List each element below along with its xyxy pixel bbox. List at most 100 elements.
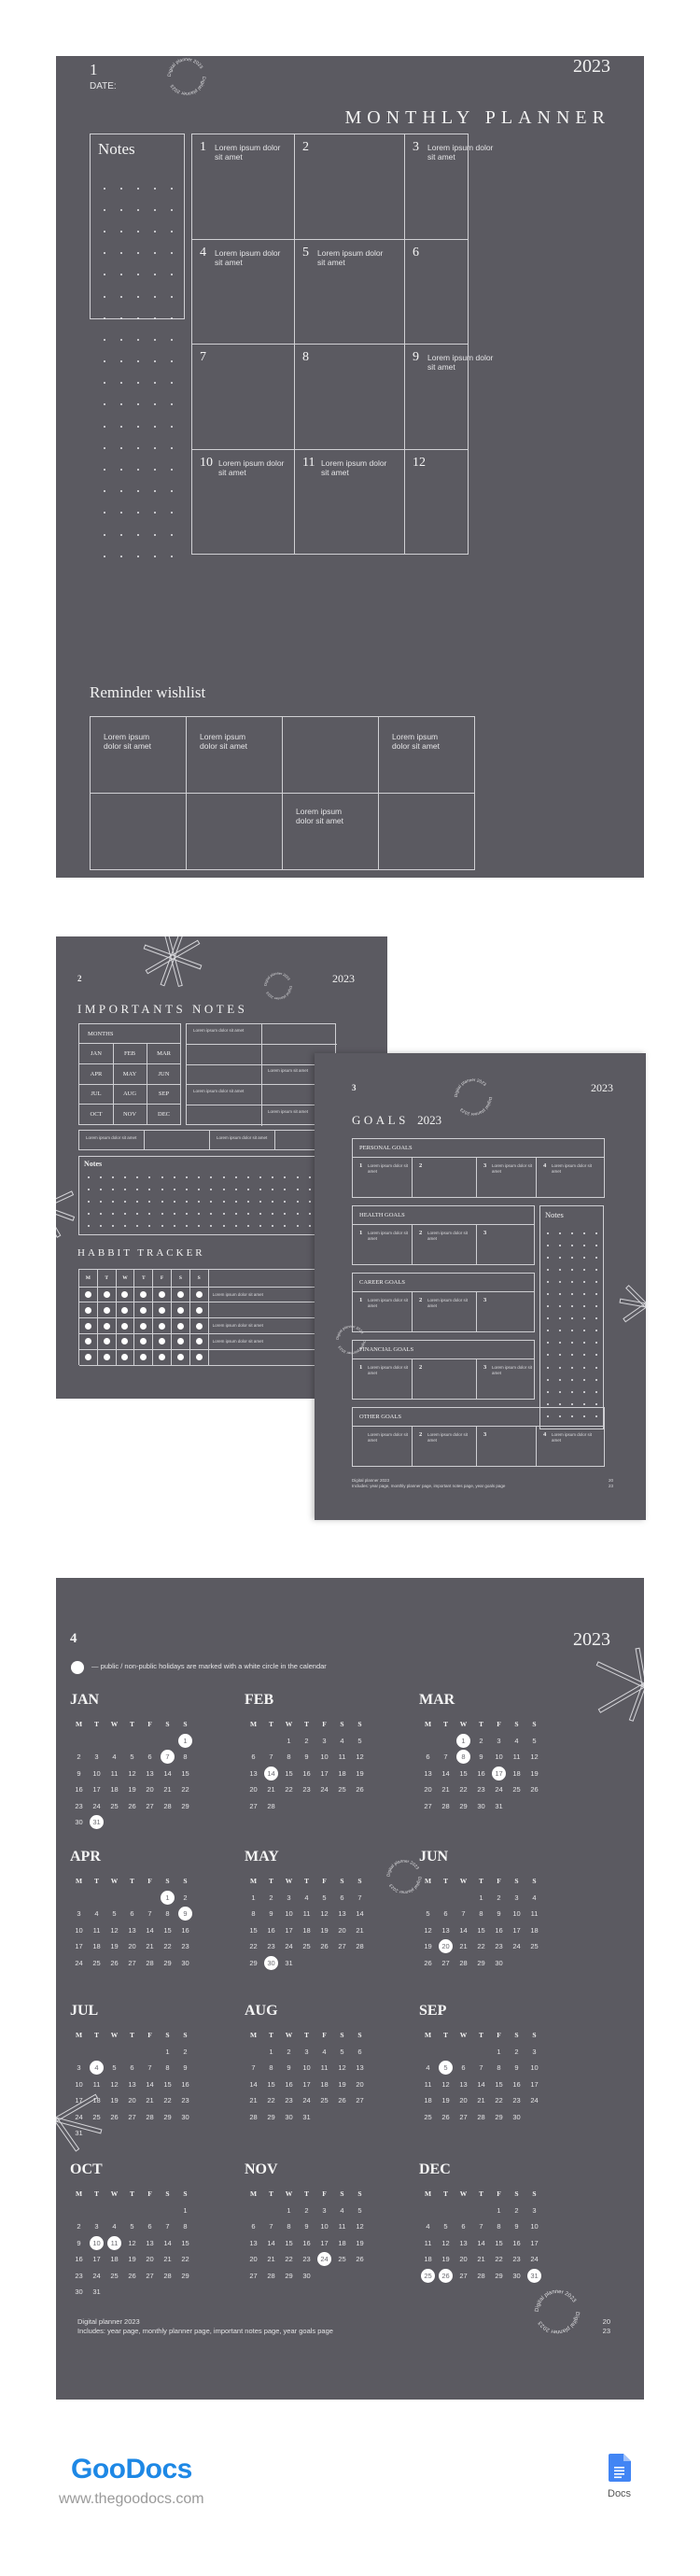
habit-check-cell[interactable] [97, 1302, 117, 1319]
holiday-day[interactable]: 9 [178, 1907, 192, 1921]
month-cell[interactable]: JUL [79, 1084, 114, 1105]
calendar-day[interactable]: 26 [421, 1956, 435, 1970]
calendar-day[interactable]: 1 [264, 2045, 278, 2059]
calendar-day[interactable]: 28 [143, 1956, 157, 1970]
calendar-day[interactable]: 7 [456, 1907, 470, 1921]
month-cell[interactable]: 8 [294, 344, 405, 450]
month-cell[interactable]: 5 Lorem ipsum dolor sit amet [294, 238, 405, 345]
calendar-day[interactable]: 4 [421, 2219, 435, 2233]
calendar-day[interactable]: 3 [90, 2219, 104, 2233]
calendar-day[interactable]: 24 [90, 2269, 104, 2283]
goal-cell[interactable]: 4 Lorem ipsum dolor sit amet [537, 1158, 604, 1197]
calendar-day[interactable]: 8 [178, 1750, 192, 1764]
calendar-day[interactable]: 1 [161, 2045, 175, 2059]
calendar-day[interactable]: 16 [510, 2236, 524, 2250]
calendar-day[interactable]: 25 [527, 1939, 541, 1953]
calendar-day[interactable]: 26 [335, 2093, 349, 2107]
month-cell[interactable]: MAY [113, 1063, 147, 1085]
calendar-day[interactable]: 6 [421, 1750, 435, 1764]
note-cell[interactable]: Lorem ipsum dolor sit amet [187, 1024, 262, 1045]
calendar-day[interactable]: 30 [282, 2110, 296, 2124]
calendar-day[interactable]: 10 [282, 1907, 296, 1921]
calendar-day[interactable]: 21 [161, 1782, 175, 1796]
calendar-day[interactable]: 31 [90, 2285, 104, 2299]
calendar-day[interactable]: 12 [335, 2061, 349, 2075]
calendar-day[interactable]: 27 [246, 1799, 260, 1813]
habit-check-cell[interactable] [97, 1318, 117, 1334]
month-cell[interactable]: APR [79, 1063, 114, 1085]
docs-badge[interactable]: Docs [608, 2454, 631, 2499]
calendar-day[interactable]: 20 [353, 2077, 367, 2091]
calendar-day[interactable]: 2 [264, 1891, 278, 1905]
calendar-day[interactable]: 27 [335, 1939, 349, 1953]
holiday-day[interactable]: 26 [439, 2268, 453, 2283]
calendar-day[interactable]: 17 [90, 1782, 104, 1796]
habit-check-cell[interactable] [134, 1318, 154, 1334]
calendar-day[interactable]: 30 [510, 2110, 524, 2124]
calendar-day[interactable]: 10 [527, 2061, 541, 2075]
calendar-day[interactable]: 26 [107, 1956, 121, 1970]
reminder-cell[interactable]: Lorem ipsum dolor sit amet [90, 716, 187, 794]
calendar-day[interactable]: 16 [300, 2236, 314, 2250]
calendar-day[interactable]: 7 [439, 1750, 453, 1764]
calendar-day[interactable]: 22 [161, 1939, 175, 1953]
calendar-day[interactable]: 25 [317, 2093, 331, 2107]
goal-cell[interactable]: 1 Lorem ipsum dolor sit amet [353, 1359, 413, 1399]
calendar-day[interactable]: 25 [510, 1782, 524, 1796]
calendar-day[interactable]: 23 [72, 2269, 86, 2283]
calendar-day[interactable]: 21 [474, 2252, 488, 2266]
habit-check-cell[interactable] [134, 1333, 154, 1350]
calendar-day[interactable]: 26 [527, 1782, 541, 1796]
calendar-day[interactable]: 17 [72, 2093, 86, 2107]
calendar-day[interactable]: 5 [421, 1907, 435, 1921]
calendar-day[interactable]: 30 [72, 2285, 86, 2299]
calendar-day[interactable]: 5 [107, 2061, 121, 2075]
habit-check-cell[interactable] [189, 1333, 209, 1350]
note-cell[interactable] [261, 1024, 337, 1045]
calendar-day[interactable]: 20 [335, 1923, 349, 1937]
calendar-day[interactable]: 24 [317, 1782, 331, 1796]
calendar-day[interactable]: 21 [161, 2252, 175, 2266]
calendar-day[interactable]: 27 [456, 2269, 470, 2283]
calendar-day[interactable]: 21 [353, 1923, 367, 1937]
calendar-day[interactable]: 28 [474, 2269, 488, 2283]
calendar-day[interactable]: 27 [353, 2093, 367, 2107]
calendar-day[interactable]: 13 [143, 2236, 157, 2250]
calendar-day[interactable]: 10 [492, 1750, 506, 1764]
calendar-day[interactable]: 29 [456, 1799, 470, 1813]
calendar-day[interactable]: 20 [125, 2093, 139, 2107]
goal-cell[interactable]: 3 [477, 1225, 534, 1264]
calendar-day[interactable]: 12 [421, 1923, 435, 1937]
holiday-day[interactable]: 11 [107, 2235, 121, 2250]
calendar-day[interactable]: 6 [456, 2061, 470, 2075]
calendar-day[interactable]: 30 [474, 1799, 488, 1813]
month-cell[interactable]: JAN [79, 1044, 114, 1064]
month-cell[interactable]: 11 Lorem ipsum dolor sit amet [294, 448, 405, 555]
calendar-day[interactable]: 18 [527, 1923, 541, 1937]
goal-cell[interactable]: 2 [413, 1158, 477, 1197]
note-cell[interactable] [187, 1044, 262, 1065]
calendar-day[interactable]: 21 [474, 2093, 488, 2107]
calendar-day[interactable]: 14 [353, 1907, 367, 1921]
calendar-day[interactable]: 15 [264, 2077, 278, 2091]
calendar-day[interactable]: 17 [300, 2077, 314, 2091]
calendar-day[interactable]: 21 [439, 1782, 453, 1796]
month-cell[interactable]: 2 [294, 134, 405, 240]
calendar-day[interactable]: 24 [527, 2252, 541, 2266]
calendar-day[interactable]: 13 [246, 1767, 260, 1781]
calendar-day[interactable]: 21 [264, 2252, 278, 2266]
goal-cell[interactable]: 3 [477, 1427, 537, 1466]
month-cell[interactable]: 6 [404, 238, 469, 345]
reminder-cell[interactable] [90, 793, 187, 870]
holiday-day[interactable]: 1 [178, 1733, 192, 1748]
goal-cell[interactable]: 2 [413, 1359, 477, 1399]
calendar-day[interactable]: 8 [492, 2219, 506, 2233]
calendar-day[interactable]: 3 [72, 1907, 86, 1921]
calendar-day[interactable]: 22 [282, 2252, 296, 2266]
calendar-day[interactable]: 5 [125, 1750, 139, 1764]
calendar-day[interactable]: 30 [300, 2269, 314, 2283]
calendar-day[interactable]: 30 [178, 1956, 192, 1970]
reminder-cell[interactable]: Lorem ipsum dolor sit amet [186, 716, 283, 794]
calendar-day[interactable]: 7 [474, 2219, 488, 2233]
calendar-day[interactable]: 8 [178, 2219, 192, 2233]
